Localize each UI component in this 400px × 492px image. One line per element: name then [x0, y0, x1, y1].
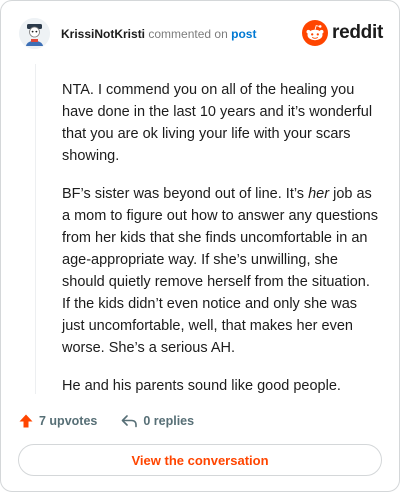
reddit-logo-icon [302, 20, 329, 46]
reddit-wordmark: reddit [332, 22, 383, 43]
reply-count: 0 replies [143, 414, 195, 428]
comment-paragraph: He and his parents sound like good peopl… [62, 378, 341, 394]
reply-button[interactable]: 0 replies [121, 413, 194, 429]
post-link[interactable]: post [231, 27, 256, 41]
upvote-button[interactable]: 7 upvotes [18, 413, 97, 429]
thread-line [35, 64, 36, 394]
comment-text: job as a mom to figure out how to answer… [62, 186, 378, 356]
upvote-arrow-icon [19, 414, 33, 428]
comment-meta: KrissiNotKristi commented on post [61, 27, 256, 41]
comment-embed-card: KrissiNotKristi commented on post reddit… [0, 0, 400, 492]
comment-paragraph: BF’s sister was beyond out of line. It’s… [62, 183, 380, 359]
comment-body: NTA. I commend you on all of the healing… [62, 79, 380, 413]
view-conversation-button[interactable]: View the conversation [18, 444, 382, 476]
comment-actions: 7 upvotes 0 replies [18, 411, 194, 431]
reddit-brand[interactable]: reddit [302, 20, 383, 46]
comment-paragraph: NTA. I commend you on all of the healing… [62, 82, 373, 164]
comment-header: KrissiNotKristi commented on post reddit [19, 18, 383, 50]
comment-text: BF’s sister was beyond out of line. It’s [62, 186, 309, 202]
commented-on-text: commented on [148, 27, 228, 41]
reply-icon [122, 415, 138, 428]
author-name[interactable]: KrissiNotKristi [61, 27, 145, 41]
upvote-count: 7 upvotes [39, 414, 98, 428]
avatar[interactable] [19, 18, 50, 49]
comment-emphasis: her [308, 186, 330, 202]
avatar-icon [19, 18, 50, 49]
